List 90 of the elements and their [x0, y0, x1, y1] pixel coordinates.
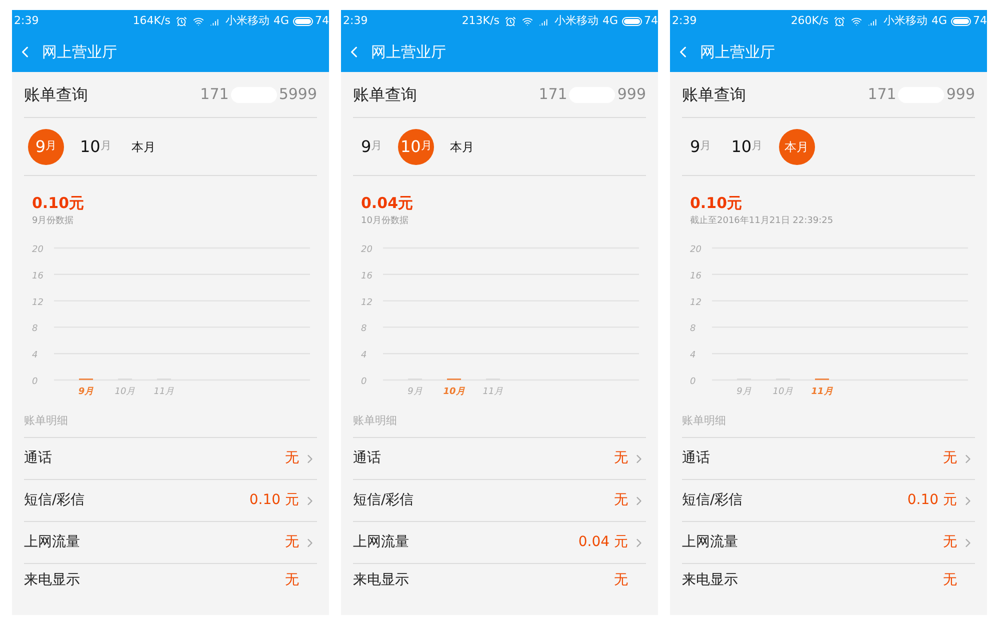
detail-row[interactable]: 上网流量 0.04 元 [353, 522, 646, 564]
axis-tick-label: 0 [690, 377, 696, 387]
network-speed: 164K/s [132, 12, 170, 29]
battery-level: 74 [644, 12, 658, 29]
axis-category-label: 11月 [482, 387, 504, 397]
axis-tick-label: 0 [32, 377, 38, 387]
phone-number-start: 171 [868, 84, 896, 106]
app-bar-title: 网上营业厅 [700, 42, 775, 63]
detail-row[interactable]: 短信/彩信 无 [353, 480, 646, 522]
axis-tick-label: 12 [32, 298, 44, 308]
time: 2:39 [342, 12, 368, 29]
month-tab[interactable]: 9月 [357, 128, 386, 164]
month-tab[interactable]: 10月 [727, 128, 767, 164]
axis-tick-label: 8 [690, 324, 696, 334]
network-speed: 260K/s [790, 12, 828, 29]
axis-tick-label: 16 [690, 271, 702, 282]
amount-value: 0.04元 [361, 193, 414, 214]
detail-row[interactable]: 上网流量 无 [682, 522, 975, 564]
phone-number-start: 171 [200, 84, 229, 106]
network-type: 4G [273, 12, 289, 29]
alarm-icon [505, 16, 516, 26]
detail-row[interactable]: 来电显示 无 [353, 564, 646, 604]
axis-tick-label: 12 [361, 298, 372, 308]
axis-tick-label: 20 [361, 245, 372, 255]
carrier-name: 小米移动 [554, 12, 598, 29]
amount-value: 0.10元 [32, 193, 86, 214]
amount-value: 0.10元 [690, 193, 744, 214]
axis-category-label: 9月 [78, 387, 94, 397]
month-tab[interactable]: 本月 [446, 128, 478, 164]
axis-tick-label: 4 [690, 350, 696, 361]
app-bar-title: 网上营业厅 [371, 42, 446, 63]
month-tab[interactable]: 10月 [76, 128, 116, 164]
carrier-name: 小米移动 [225, 12, 270, 29]
app-bar-title: 网上营业厅 [42, 42, 117, 63]
network-type: 4G [931, 12, 947, 29]
axis-tick-label: 8 [361, 324, 367, 334]
battery-icon [293, 16, 313, 26]
section-title: 账单查询 [682, 84, 746, 106]
axis-category-label: 10月 [772, 387, 794, 397]
network-type: 4G [602, 12, 618, 29]
axis-tick-label: 20 [690, 245, 702, 255]
axis-tick-label: 16 [32, 271, 44, 282]
phone-number-start: 171 [538, 84, 568, 106]
battery-level: 74 [315, 12, 329, 29]
detail-row[interactable]: 短信/彩信 0.10 元 [24, 480, 317, 522]
month-tab[interactable]: 9月 [686, 128, 716, 164]
alarm-icon [834, 16, 846, 26]
details-heading: 账单明细 [353, 412, 397, 428]
detail-row[interactable]: 通话 无 [24, 438, 317, 480]
detail-row[interactable]: 通话 无 [353, 438, 646, 480]
axis-tick-label: 4 [32, 350, 38, 361]
amount-note: 9月份数据 [32, 214, 75, 228]
axis-category-label: 11月 [154, 387, 174, 397]
axis-tick-label: 0 [361, 377, 367, 387]
detail-row[interactable]: 来电显示 无 [24, 564, 317, 604]
battery-icon [951, 16, 971, 26]
wifi-icon [193, 16, 204, 26]
battery-level: 74 [973, 12, 987, 29]
axis-category-label: 9月 [736, 387, 752, 397]
time: 2:39 [671, 12, 697, 29]
detail-row[interactable]: 短信/彩信 0.10 元 [682, 480, 975, 522]
network-speed: 213K/s [462, 12, 500, 29]
details-heading: 账单明细 [682, 412, 726, 428]
amount-note: 截止至2016年11月21日 22:39:25 [690, 214, 834, 228]
time: 2:39 [13, 12, 39, 29]
axis-category-label: 10月 [443, 387, 465, 397]
axis-category-label: 11月 [811, 387, 833, 397]
axis-tick-label: 4 [361, 350, 367, 361]
phone-number-end: 999 [617, 84, 646, 106]
axis-tick-label: 20 [32, 245, 44, 255]
axis-tick-label: 12 [690, 298, 702, 308]
section-title: 账单查询 [24, 84, 88, 106]
wifi-icon [522, 16, 534, 26]
detail-row[interactable]: 上网流量 无 [24, 522, 317, 564]
axis-tick-label: 8 [32, 324, 38, 334]
detail-row[interactable]: 来电显示 无 [682, 564, 975, 604]
detail-row[interactable]: 通话 无 [682, 438, 975, 480]
month-tab[interactable]: 本月 [127, 128, 160, 164]
carrier-name: 小米移动 [883, 12, 928, 29]
details-heading: 账单明细 [24, 412, 68, 428]
phone-number-end: 5999 [278, 84, 317, 106]
axis-tick-label: 16 [361, 271, 372, 282]
amount-note: 10月份数据 [361, 214, 410, 228]
axis-category-label: 9月 [408, 387, 422, 397]
axis-category-label: 10月 [114, 387, 136, 397]
section-title: 账单查询 [353, 84, 417, 106]
battery-icon [622, 16, 642, 26]
phone-number-end: 999 [946, 84, 975, 106]
alarm-icon [176, 16, 188, 26]
wifi-icon [851, 16, 862, 26]
